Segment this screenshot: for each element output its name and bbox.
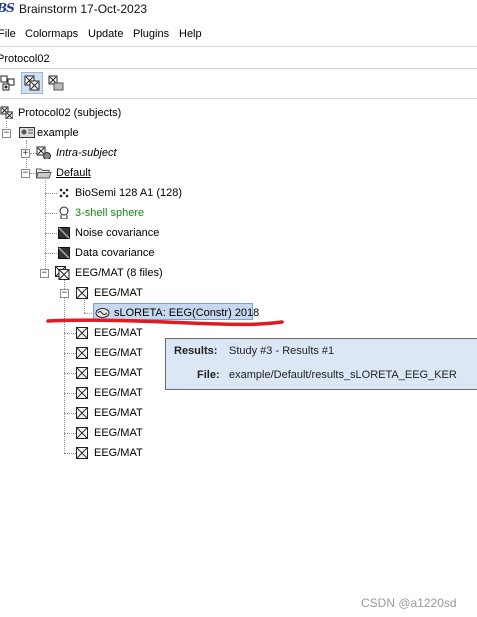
divider: [0, 46, 477, 47]
protocol-selector[interactable]: Protocol02: [0, 53, 50, 65]
tree-connector: [84, 300, 85, 313]
tree-label-data-item: EEG/MAT: [94, 387, 143, 399]
collapse-toggle[interactable]: −: [2, 129, 11, 138]
tree-label-result: sLORETA: EEG(Constr) 2018: [114, 307, 260, 319]
tree-connector: [64, 393, 76, 394]
tooltip-file-key: File:: [197, 369, 220, 381]
tree-label-data-covariance: Data covariance: [75, 247, 155, 259]
functional-view-icon: [0, 75, 15, 91]
data-file-icon: [76, 367, 88, 379]
divider: [0, 68, 477, 69]
tree-label-data-list: EEG/MAT (8 files): [75, 267, 163, 279]
tree-node-noise-covariance[interactable]: Noise covariance: [58, 225, 178, 241]
menu-update[interactable]: Update: [88, 28, 123, 40]
tree-label-noise-covariance: Noise covariance: [75, 227, 160, 239]
tree-node-default[interactable]: Default: [36, 165, 156, 181]
tooltip-results-value: Study #3 - Results #1: [229, 345, 335, 357]
watermark: CSDN @a1220sd: [361, 596, 457, 610]
tree-node-data-item[interactable]: EEG/MAT: [76, 445, 156, 461]
tree-label-protocol: Protocol02 (subjects): [18, 107, 122, 119]
tree-connector: [64, 433, 76, 434]
tree-node-data-item[interactable]: EEG/MAT: [76, 385, 156, 401]
tree-node-intra-subject[interactable]: Intra-subject: [36, 145, 156, 161]
channel-icon: [59, 188, 69, 198]
tree-label-data-item: EEG/MAT: [94, 427, 143, 439]
tree-label-data-item: EEG/MAT: [94, 447, 143, 459]
tree-node-subject[interactable]: example: [19, 125, 139, 141]
tree-label-data-item: EEG/MAT: [94, 287, 143, 299]
headmodel-icon: [59, 206, 69, 219]
tree-label-subject: example: [37, 127, 79, 139]
tree-connector: [45, 213, 57, 214]
tree-connector: [45, 233, 57, 234]
tree-connector: [64, 453, 76, 454]
tree-node-channel-file[interactable]: BioSemi 128 A1 (128): [58, 185, 198, 201]
tree-node-result[interactable]: sLORETA: EEG(Constr) 2018: [95, 305, 259, 321]
window-title: Brainstorm 17-Oct-2023: [19, 2, 148, 16]
data-file-icon: [76, 347, 88, 359]
tree-label-data-item: EEG/MAT: [94, 327, 143, 339]
functional-view-button[interactable]: [0, 72, 19, 94]
data-file-icon: [76, 327, 88, 339]
tree-connector: [64, 373, 76, 374]
anatomy-view-icon: [24, 75, 40, 91]
tree-label-headmodel: 3-shell sphere: [75, 207, 145, 219]
tree-node-data-list[interactable]: EEG/MAT (8 files): [55, 265, 175, 281]
result-tooltip: Results: Study #3 - Results #1 File: exa…: [165, 338, 477, 390]
data-file-icon: [76, 287, 88, 299]
tree-label-data-item: EEG/MAT: [94, 367, 143, 379]
data-list-icon: [55, 266, 70, 280]
tree-label-channel-file: BioSemi 128 A1 (128): [75, 187, 183, 199]
tooltip-results-key: Results:: [174, 345, 218, 357]
tree-connector: [64, 353, 76, 354]
divider: [0, 98, 477, 99]
menu-file[interactable]: File: [0, 28, 16, 40]
tree-node-headmodel[interactable]: 3-shell sphere: [58, 205, 178, 221]
collapse-toggle[interactable]: −: [21, 169, 30, 178]
tree-node-data-item[interactable]: EEG/MAT: [76, 345, 156, 361]
data-file-icon: [76, 447, 88, 459]
data-file-icon: [76, 387, 88, 399]
tree-connector: [45, 253, 57, 254]
brain-icon: [95, 308, 110, 318]
studies-view-button[interactable]: [45, 72, 67, 94]
tree-connector: [64, 280, 65, 453]
studies-view-icon: [48, 75, 64, 91]
tree-connector: [64, 413, 76, 414]
tree-connector: [45, 193, 57, 194]
tooltip-file-value: example/Default/results_sLORETA_EEG_KER: [229, 369, 457, 381]
covariance-icon: [58, 227, 70, 239]
tree-node-data-item[interactable]: EEG/MAT: [76, 405, 156, 421]
menu-plugins[interactable]: Plugins: [133, 28, 169, 40]
tree-label-data-item: EEG/MAT: [94, 347, 143, 359]
tree-label-intra-subject: Intra-subject: [56, 147, 117, 159]
subject-icon: [19, 127, 35, 138]
brainstorm-logo-icon: BS: [0, 1, 15, 15]
explorer-toolbar: [0, 71, 477, 97]
folder-open-icon: [36, 168, 52, 179]
protocol-icon: [0, 106, 13, 119]
title-bar: BS Brainstorm 17-Oct-2023: [0, 0, 477, 20]
anatomy-view-button[interactable]: [21, 72, 43, 94]
tree-label-default: Default: [56, 167, 91, 179]
collapse-toggle[interactable]: −: [60, 289, 69, 298]
tree-node-data-item[interactable]: EEG/MAT: [76, 285, 156, 301]
tree-node-data-item[interactable]: EEG/MAT: [76, 325, 156, 341]
intra-subject-icon: [36, 146, 51, 159]
expand-toggle[interactable]: +: [21, 149, 30, 158]
tree-label-data-item: EEG/MAT: [94, 407, 143, 419]
data-file-icon: [76, 427, 88, 439]
collapse-toggle[interactable]: −: [40, 269, 49, 278]
tree-node-data-item[interactable]: EEG/MAT: [76, 365, 156, 381]
tree-connector: [64, 333, 76, 334]
tree-node-data-covariance[interactable]: Data covariance: [58, 245, 178, 261]
menu-bar: File Colormaps Update Plugins Help: [0, 24, 477, 44]
covariance-icon: [58, 247, 70, 259]
tree-node-data-item[interactable]: EEG/MAT: [76, 425, 156, 441]
data-file-icon: [76, 407, 88, 419]
menu-colormaps[interactable]: Colormaps: [25, 28, 78, 40]
menu-help[interactable]: Help: [179, 28, 202, 40]
tree-node-protocol[interactable]: Protocol02 (subjects): [0, 105, 200, 121]
